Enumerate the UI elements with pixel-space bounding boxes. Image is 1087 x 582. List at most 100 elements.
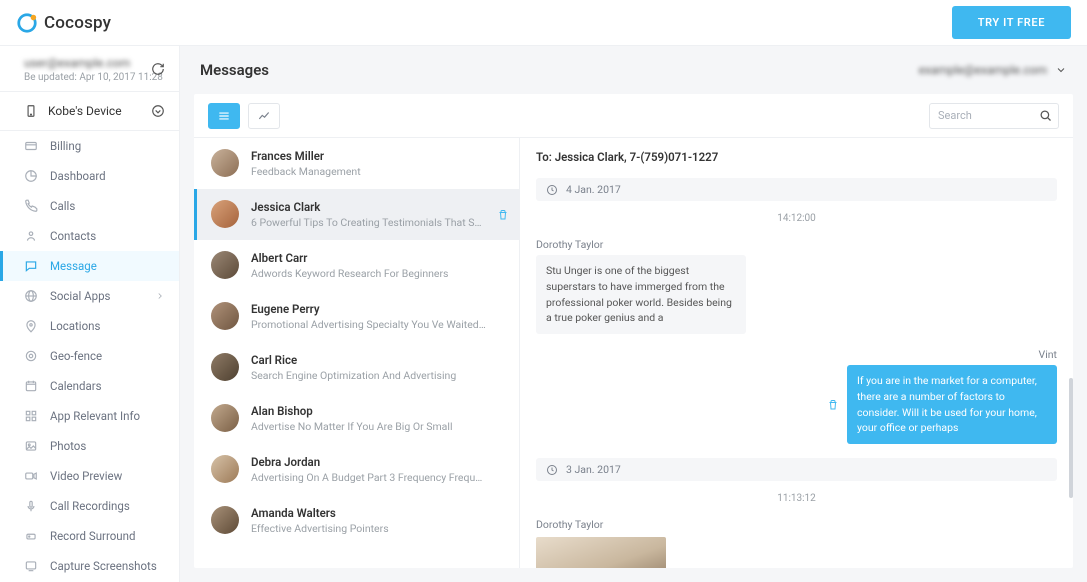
sidebar-item-billing[interactable]: Billing xyxy=(0,131,179,161)
refresh-icon[interactable] xyxy=(151,62,165,76)
scrollbar[interactable] xyxy=(1069,378,1073,498)
messages-panel: Frances Miller Feedback Management Jessic… xyxy=(194,94,1073,568)
conversation-snippet: Promotional Advertising Specialty You Ve… xyxy=(251,318,487,331)
avatar xyxy=(211,251,239,279)
try-it-free-button[interactable]: TRY IT FREE xyxy=(952,6,1071,39)
sidebar-item-message[interactable]: Message xyxy=(0,251,179,281)
message-thread[interactable]: To: Jessica Clark, 7-(759)071-1227 4 Jan… xyxy=(520,138,1073,568)
top-bar: Cocospy TRY IT FREE xyxy=(0,0,1087,46)
avatar xyxy=(211,404,239,432)
avatar xyxy=(211,149,239,177)
list-view-button[interactable] xyxy=(208,103,240,129)
date-separator: 3 Jan. 2017 xyxy=(536,458,1057,481)
clock-icon xyxy=(546,464,558,476)
photos-icon xyxy=(24,439,38,453)
conversation-item[interactable]: Carl RiceSearch Engine Optimization And … xyxy=(194,342,519,393)
sidebar-item-dashboard[interactable]: Dashboard xyxy=(0,161,179,191)
conversation-name: Debra Jordan xyxy=(251,455,487,469)
location-icon xyxy=(24,319,38,333)
conversation-item[interactable]: Alan Bishop Advertise No Matter If You Ar… xyxy=(194,393,519,444)
phone-icon xyxy=(24,199,38,213)
sidebar-item-video-preview[interactable]: Video Preview xyxy=(0,461,179,491)
sidebar-user-email: user@example.com xyxy=(24,56,165,70)
sidebar-item-calendars[interactable]: Calendars xyxy=(0,371,179,401)
video-icon xyxy=(24,469,38,483)
thread-recipient: To: Jessica Clark, 7-(759)071-1227 xyxy=(536,150,1057,164)
page-title: Messages xyxy=(200,61,269,79)
chevron-right-icon xyxy=(155,291,165,301)
sidebar-item-photos[interactable]: Photos xyxy=(0,431,179,461)
brand-logo[interactable]: Cocospy xyxy=(16,12,111,34)
conversation-snippet: Feedback Management xyxy=(251,165,487,178)
sidebar-item-app-relevant-info[interactable]: App Relevant Info xyxy=(0,401,179,431)
conversation-name: Frances Miller xyxy=(251,149,487,163)
social-icon xyxy=(24,289,38,303)
message-photo[interactable] xyxy=(536,537,666,568)
sidebar-updated-text: Be updated: Apr 10, 2017 11:28 xyxy=(24,72,165,83)
date-text: 4 Jan. 2017 xyxy=(566,183,621,196)
main-content: Messages example@example.com Frances Mil… xyxy=(180,46,1087,582)
conversation-list[interactable]: Frances Miller Feedback Management Jessic… xyxy=(194,138,520,568)
device-icon xyxy=(24,104,38,118)
conversation-snippet: Effective Advertising Pointers xyxy=(251,522,487,535)
message-sender: Vint xyxy=(1039,348,1057,361)
conversation-snippet: Advertise No Matter If You Are Big Or Sm… xyxy=(251,420,487,433)
conversation-snippet: Adwords Keyword Research For Beginners xyxy=(251,267,487,280)
toolbar xyxy=(194,94,1073,138)
device-label: Kobe's Device xyxy=(48,104,122,118)
sidebar-item-record-surround[interactable]: Record Surround xyxy=(0,521,179,551)
time-stamp: 11:13:12 xyxy=(536,493,1057,504)
conversation-snippet: Advertising On A Budget Part 3 Frequency… xyxy=(251,471,487,484)
screenshot-icon xyxy=(24,559,38,573)
chevron-down-icon xyxy=(1055,64,1067,76)
avatar xyxy=(211,353,239,381)
list-icon xyxy=(217,109,231,123)
message-sender: Dorothy Taylor xyxy=(536,518,1057,531)
sidebar-item-calls[interactable]: Calls xyxy=(0,191,179,221)
sidebar-item-contacts[interactable]: Contacts xyxy=(0,221,179,251)
conversation-name: Jessica Clark xyxy=(251,200,487,214)
mic-icon xyxy=(24,499,38,513)
time-stamp: 14:12:00 xyxy=(536,213,1057,224)
date-separator: 4 Jan. 2017 xyxy=(536,178,1057,201)
geofence-icon xyxy=(24,349,38,363)
avatar xyxy=(211,455,239,483)
chart-view-button[interactable] xyxy=(248,103,280,129)
conversation-item[interactable]: Albert CarrAdwords Keyword Research For … xyxy=(194,240,519,291)
conversation-item[interactable]: Frances Miller Feedback Management xyxy=(194,138,519,189)
message-bubble: Stu Unger is one of the biggest supersta… xyxy=(536,255,746,334)
sidebar-item-capture-screenshots[interactable]: Capture Screenshots xyxy=(0,551,179,581)
conversation-item[interactable]: Eugene Perry Promotional Advertising Spec… xyxy=(194,291,519,342)
conversation-name: Alan Bishop xyxy=(251,404,487,418)
device-selector[interactable]: Kobe's Device xyxy=(0,92,179,131)
brand-name: Cocospy xyxy=(44,13,111,33)
sidebar-item-call-recordings[interactable]: Call Recordings xyxy=(0,491,179,521)
contacts-icon xyxy=(24,229,38,243)
trash-icon[interactable] xyxy=(497,209,509,221)
trash-icon[interactable] xyxy=(827,399,839,411)
conversation-item[interactable]: Debra Jordan Advertising On A Budget Part… xyxy=(194,444,519,495)
sidebar-item-locations[interactable]: Locations xyxy=(0,311,179,341)
search-icon[interactable] xyxy=(1038,108,1053,123)
avatar xyxy=(211,506,239,534)
message-sender: Dorothy Taylor xyxy=(536,238,1057,251)
sidebar-item-geofence[interactable]: Geo-fence xyxy=(0,341,179,371)
billing-icon xyxy=(24,139,38,153)
search-wrap xyxy=(929,103,1059,129)
page-header: Messages example@example.com xyxy=(180,46,1087,94)
avatar xyxy=(211,302,239,330)
conversation-item[interactable]: Amanda Walters Effective Advertising Poin… xyxy=(194,495,519,546)
conversation-item[interactable]: Jessica Clark 6 Powerful Tips To Creating… xyxy=(194,189,519,240)
date-text: 3 Jan. 2017 xyxy=(566,463,621,476)
conversation-snippet: 6 Powerful Tips To Creating Testimonials… xyxy=(251,216,487,229)
sidebar-item-social-apps[interactable]: Social Apps xyxy=(0,281,179,311)
conversation-name: Carl Rice xyxy=(251,353,487,367)
sidebar-nav: Billing Dashboard Calls Contacts Message… xyxy=(0,131,179,582)
message-bubble: If you are in the market for a computer,… xyxy=(847,365,1057,444)
account-email: example@example.com xyxy=(919,63,1047,77)
account-menu[interactable]: example@example.com xyxy=(919,63,1067,77)
incoming-message: Dorothy Taylor Stu Unger is one of the b… xyxy=(536,238,1057,334)
conversation-name: Amanda Walters xyxy=(251,506,487,520)
conversation-name: Eugene Perry xyxy=(251,302,487,316)
calendar-icon xyxy=(24,379,38,393)
